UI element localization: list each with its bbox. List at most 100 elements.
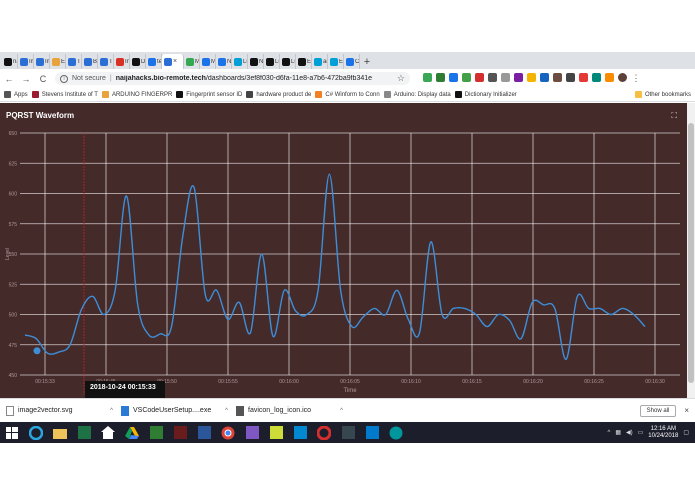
app-icon[interactable]: [172, 425, 188, 441]
url-text[interactable]: naijahacks.bio-remote.tech/dashboards/3e…: [116, 75, 372, 82]
extension-icon[interactable]: [462, 72, 471, 82]
tab-favicon-icon: [298, 57, 306, 66]
tab[interactable]: Bu: [82, 54, 98, 69]
home-icon[interactable]: [100, 425, 116, 441]
chevron-up-icon[interactable]: ^: [340, 408, 343, 414]
chevron-up-icon[interactable]: ^: [225, 408, 228, 414]
word-icon[interactable]: [196, 425, 212, 441]
download-item[interactable]: image2vector.svg ^: [6, 405, 121, 416]
bookmark-item[interactable]: ARDUINO FINGERPR: [101, 91, 172, 98]
show-all-button[interactable]: Show all: [639, 404, 677, 417]
info-icon[interactable]: i: [60, 74, 68, 83]
bookmark-item[interactable]: Fingerprint sensor ID: [176, 91, 242, 98]
google-drive-icon[interactable]: [124, 425, 140, 441]
tab[interactable]: Eri: [296, 54, 312, 69]
tab[interactable]: Lu: [280, 54, 296, 69]
app-icon[interactable]: [148, 425, 164, 441]
extension-icon[interactable]: [449, 72, 458, 82]
extension-icon[interactable]: [423, 72, 432, 82]
chrome-icon[interactable]: [220, 425, 236, 441]
extension-icon[interactable]: [553, 72, 562, 82]
tab[interactable]: ar: [312, 54, 328, 69]
tab[interactable]: te: [146, 54, 162, 69]
chevron-up-icon[interactable]: ^: [110, 408, 113, 414]
tab[interactable]: Nc: [216, 54, 232, 69]
back-button[interactable]: ←: [4, 73, 14, 85]
tab[interactable]: EE: [328, 54, 344, 69]
extension-icon[interactable]: [579, 72, 588, 82]
close-downloads-button[interactable]: ×: [684, 406, 689, 415]
forward-button[interactable]: →: [21, 73, 31, 85]
address-bar[interactable]: i Not secure | naijahacks.bio-remote.tec…: [55, 72, 410, 85]
extension-icon[interactable]: [540, 72, 549, 82]
notifications-icon[interactable]: ▢: [683, 429, 689, 436]
tab-favicon-icon: [314, 57, 322, 66]
excel-icon[interactable]: [76, 425, 92, 441]
vscode-icon[interactable]: [364, 425, 380, 441]
new-tab-button[interactable]: +: [360, 54, 374, 69]
extension-icon[interactable]: [514, 72, 523, 82]
opera-icon[interactable]: [316, 425, 332, 441]
extension-icon[interactable]: [566, 72, 575, 82]
tab[interactable]: Im: [18, 54, 34, 69]
download-item[interactable]: favicon_log_icon.ico ^: [236, 405, 351, 416]
extension-icon[interactable]: [527, 72, 536, 82]
x-tick-label: 00:16:00: [279, 379, 299, 385]
menu-icon[interactable]: ⋮: [631, 73, 641, 85]
tab[interactable]: Di: [130, 54, 146, 69]
bookmark-favicon-icon: [383, 91, 391, 98]
extension-icon[interactable]: [605, 72, 614, 82]
tab[interactable]: Nc: [248, 54, 264, 69]
app-icon[interactable]: [340, 425, 356, 441]
tab[interactable]: Inl: [114, 54, 130, 69]
extension-icon[interactable]: [436, 72, 445, 82]
other-bookmarks[interactable]: Other bookmarks: [634, 91, 691, 98]
bookmark-label: Stevens Institute of T: [41, 91, 98, 98]
apps-button[interactable]: Apps: [4, 91, 28, 98]
chevron-up-icon[interactable]: ^: [608, 430, 611, 436]
tab[interactable]: Cl: [344, 54, 360, 69]
tab[interactable]: Lu: [232, 54, 248, 69]
volume-icon[interactable]: ◀): [626, 429, 633, 436]
tab[interactable]: Th: [98, 54, 114, 69]
extension-icon[interactable]: [475, 72, 484, 82]
bookmark-item[interactable]: Dictionary Initializer: [454, 91, 517, 98]
tab[interactable]: M: [200, 54, 216, 69]
tab[interactable]: Th: [66, 54, 82, 69]
battery-icon[interactable]: ▭: [638, 429, 644, 436]
app-icon[interactable]: [244, 425, 260, 441]
tab-label: Im: [45, 58, 49, 65]
file-explorer-icon[interactable]: [52, 425, 68, 441]
tab[interactable]: M: [184, 54, 200, 69]
windows-start-icon[interactable]: [4, 425, 20, 441]
bookmark-item[interactable]: C# Winform to Conn: [315, 91, 380, 98]
network-icon[interactable]: ▦: [615, 429, 621, 436]
app-icon[interactable]: [268, 425, 284, 441]
tab-active[interactable]: ×: [162, 54, 184, 69]
tab[interactable]: EC: [50, 54, 66, 69]
download-item[interactable]: VSCodeUserSetup....exe ^: [121, 405, 236, 416]
scrollbar-thumb[interactable]: [688, 123, 694, 383]
page-scrollbar[interactable]: [687, 103, 695, 398]
avatar[interactable]: [618, 72, 627, 82]
waveform-line: [24, 173, 646, 360]
internet-explorer-icon[interactable]: [28, 425, 44, 441]
extension-icon[interactable]: [501, 72, 510, 82]
bookmark-item[interactable]: hardware product de: [246, 91, 311, 98]
reload-button[interactable]: C: [38, 73, 48, 85]
tab[interactable]: Lu: [264, 54, 280, 69]
x-tick-label: 00:16:15: [462, 379, 482, 385]
bookmark-star-icon[interactable]: ☆: [397, 73, 405, 84]
tab-favicon-icon: [218, 57, 226, 66]
extension-icon[interactable]: [488, 72, 497, 82]
clock[interactable]: 12:16 AM 10/24/2018: [648, 426, 678, 440]
close-tab-icon[interactable]: ×: [173, 58, 177, 65]
extension-icon[interactable]: [592, 72, 601, 82]
tab[interactable]: Im: [34, 54, 50, 69]
tab[interactable]: na: [2, 54, 18, 69]
bookmark-item[interactable]: Arduino: Display data: [383, 91, 451, 98]
bookmark-item[interactable]: Stevens Institute of T: [31, 91, 98, 98]
app-icon[interactable]: [292, 425, 308, 441]
expand-icon[interactable]: ⛶: [671, 111, 677, 121]
arduino-icon[interactable]: [388, 425, 404, 441]
